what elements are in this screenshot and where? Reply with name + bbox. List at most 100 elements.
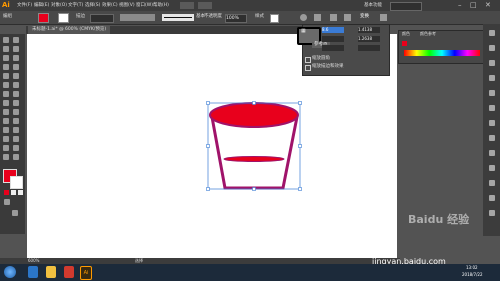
handle-top-center[interactable] bbox=[252, 101, 256, 105]
color-spectrum[interactable] bbox=[404, 50, 480, 56]
symbols-panel-icon[interactable] bbox=[489, 75, 495, 81]
app-icon[interactable] bbox=[64, 266, 74, 278]
menu-object[interactable]: 对象(O) bbox=[51, 1, 67, 10]
magic-wand-tool-icon[interactable] bbox=[3, 46, 9, 52]
handle-bottom-right[interactable] bbox=[298, 187, 302, 191]
pathfinder-panel-icon[interactable] bbox=[489, 210, 495, 216]
shape-icon[interactable] bbox=[330, 14, 337, 21]
handle-middle-left[interactable] bbox=[206, 144, 210, 148]
cup-artwork[interactable] bbox=[205, 100, 303, 195]
perspective-grid-tool-icon[interactable] bbox=[13, 109, 19, 115]
handle-top-left[interactable] bbox=[206, 101, 210, 105]
transparency-panel-icon[interactable] bbox=[489, 120, 495, 126]
graph-tool-icon[interactable] bbox=[13, 136, 19, 142]
eraser-tool-icon[interactable] bbox=[13, 82, 19, 88]
handle-top-right[interactable] bbox=[298, 101, 302, 105]
width-field[interactable]: 1.4138 bbox=[358, 27, 380, 33]
document-tab[interactable]: 未标题-1.ai* @ 600% (CMYK/预览) bbox=[28, 26, 111, 34]
shear-field[interactable] bbox=[358, 45, 380, 51]
opacity-field[interactable]: 100% bbox=[225, 14, 247, 23]
color-mode-icon[interactable] bbox=[4, 190, 9, 195]
stroke-weight-field[interactable] bbox=[90, 14, 114, 23]
draw-mode-icon[interactable] bbox=[4, 199, 10, 205]
lasso-tool-icon[interactable] bbox=[13, 46, 19, 52]
minimize-icon[interactable]: – bbox=[458, 0, 462, 10]
fill-swatch[interactable] bbox=[38, 13, 49, 23]
handle-middle-right[interactable] bbox=[298, 144, 302, 148]
appearance-panel-icon[interactable] bbox=[489, 135, 495, 141]
start-button[interactable] bbox=[4, 266, 16, 278]
handle-bottom-left[interactable] bbox=[206, 187, 210, 191]
maximize-icon[interactable]: □ bbox=[470, 0, 477, 10]
menu-window[interactable]: 窗口(W) bbox=[136, 1, 153, 10]
zoom-tool-icon[interactable] bbox=[13, 154, 19, 160]
cup-top-ellipse[interactable] bbox=[209, 102, 299, 128]
rotate-field[interactable] bbox=[322, 45, 344, 51]
height-field[interactable]: 1.2638 bbox=[358, 36, 380, 42]
artboards-panel-icon[interactable] bbox=[489, 180, 495, 186]
screen-mode-icon[interactable] bbox=[12, 210, 18, 216]
menu-help[interactable]: 帮助(H) bbox=[153, 1, 169, 10]
menu-edit[interactable]: 编辑(E) bbox=[34, 1, 49, 10]
stroke-swatch[interactable] bbox=[58, 13, 69, 23]
graphic-styles-panel-icon[interactable] bbox=[489, 150, 495, 156]
ie-icon[interactable] bbox=[28, 266, 38, 278]
stroke-color-box[interactable] bbox=[10, 176, 23, 189]
color-tab[interactable]: 颜色 bbox=[402, 31, 410, 37]
mesh-tool-icon[interactable] bbox=[3, 118, 9, 124]
type-tool-icon[interactable] bbox=[3, 64, 9, 70]
scale-stroke-checkbox[interactable] bbox=[305, 65, 311, 71]
curvature-tool-icon[interactable] bbox=[13, 55, 19, 61]
menu-view[interactable]: 视图(V) bbox=[119, 1, 135, 10]
variable-width-profile[interactable] bbox=[120, 14, 155, 21]
align-icon[interactable] bbox=[314, 14, 321, 21]
transform-button[interactable]: 变换 bbox=[360, 13, 369, 21]
width-tool-icon[interactable] bbox=[3, 100, 9, 106]
y-field[interactable] bbox=[322, 36, 344, 42]
panel-fill-swatch[interactable] bbox=[402, 41, 407, 46]
rotate-tool-icon[interactable] bbox=[3, 91, 9, 97]
brushes-panel-icon[interactable] bbox=[489, 60, 495, 66]
line-tool-icon[interactable] bbox=[13, 64, 19, 70]
graphic-style-swatch[interactable] bbox=[270, 14, 279, 23]
stroke-panel-icon[interactable] bbox=[489, 90, 495, 96]
gradient-tool-icon[interactable] bbox=[13, 118, 19, 124]
direct-selection-tool-icon[interactable] bbox=[13, 37, 19, 43]
handle-bottom-center[interactable] bbox=[252, 187, 256, 191]
x-field[interactable]: 8.6 bbox=[322, 27, 344, 33]
menu-select[interactable]: 选择(S) bbox=[85, 1, 100, 10]
recolor-icon[interactable] bbox=[300, 14, 307, 21]
swatches-panel-icon[interactable] bbox=[489, 45, 495, 51]
hand-tool-icon[interactable] bbox=[3, 154, 9, 160]
menu-file[interactable]: 文件(F) bbox=[17, 1, 32, 10]
color-panel-icon[interactable] bbox=[489, 30, 495, 36]
search-input[interactable] bbox=[390, 2, 422, 11]
selection-tool-icon[interactable] bbox=[3, 37, 9, 43]
shape-builder-tool-icon[interactable] bbox=[3, 109, 9, 115]
paintbrush-tool-icon[interactable] bbox=[13, 73, 19, 79]
pen-tool-icon[interactable] bbox=[3, 55, 9, 61]
color-guide-tab[interactable]: 颜色参考 bbox=[420, 31, 436, 37]
bridge-button[interactable] bbox=[180, 2, 194, 9]
illustrator-taskbar-icon[interactable]: Ai bbox=[80, 266, 92, 280]
explorer-icon[interactable] bbox=[46, 266, 56, 278]
shaper-tool-icon[interactable] bbox=[3, 82, 9, 88]
blend-tool-icon[interactable] bbox=[13, 127, 19, 133]
gradient-mode-icon[interactable] bbox=[11, 190, 16, 195]
isolate-icon[interactable] bbox=[344, 14, 351, 21]
close-icon[interactable]: ✕ bbox=[485, 0, 491, 10]
align-panel-icon[interactable] bbox=[489, 195, 495, 201]
free-transform-tool-icon[interactable] bbox=[13, 100, 19, 106]
rectangle-tool-icon[interactable] bbox=[3, 73, 9, 79]
scale-tool-icon[interactable] bbox=[13, 91, 19, 97]
eyedropper-tool-icon[interactable] bbox=[3, 127, 9, 133]
scale-corners-checkbox[interactable] bbox=[305, 57, 311, 63]
arrange-button[interactable] bbox=[198, 2, 212, 9]
none-mode-icon[interactable] bbox=[18, 190, 23, 195]
slice-tool-icon[interactable] bbox=[13, 145, 19, 151]
symbol-sprayer-tool-icon[interactable] bbox=[3, 136, 9, 142]
gradient-panel-icon[interactable] bbox=[489, 105, 495, 111]
layers-panel-icon[interactable] bbox=[489, 165, 495, 171]
menu-type[interactable]: 文字(T) bbox=[68, 1, 83, 10]
artboard-tool-icon[interactable] bbox=[3, 145, 9, 151]
